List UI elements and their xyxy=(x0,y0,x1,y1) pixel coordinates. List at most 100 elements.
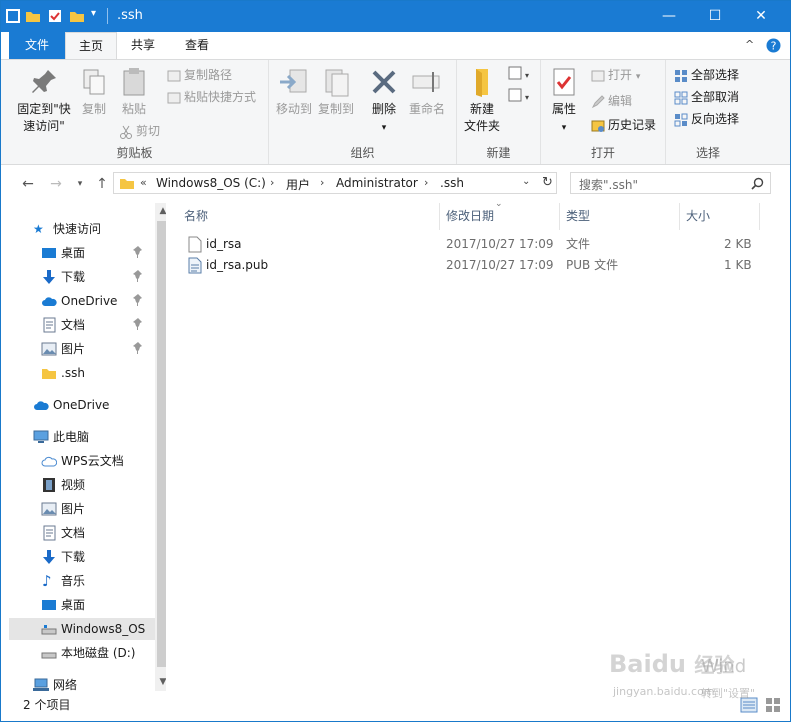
search-input[interactable]: 搜索".ssh" xyxy=(579,176,638,193)
delete-button[interactable]: 删除 ▾ xyxy=(367,66,401,137)
paste-shortcut-icon xyxy=(167,92,181,103)
cut-button[interactable]: 剪切 xyxy=(119,122,160,140)
forward-button[interactable]: → xyxy=(47,175,65,193)
select-all-button[interactable]: 全部选择 xyxy=(674,66,739,84)
tab-view[interactable]: 查看 xyxy=(169,32,225,59)
back-button[interactable]: ← xyxy=(19,175,37,193)
close-button[interactable]: ✕ xyxy=(738,1,784,32)
open-dropdown-icon: ▾ xyxy=(635,72,641,82)
nav-label: WPS云文档 xyxy=(61,454,124,468)
breadcrumb-drive[interactable]: Windows8_OS (C:) xyxy=(156,176,266,190)
desktop-icon xyxy=(42,600,56,610)
copy-label: 复制 xyxy=(81,102,106,116)
new-folder-icon[interactable] xyxy=(69,8,85,24)
nav-label: 下载 xyxy=(61,270,86,284)
nav-item-onedrive-quick[interactable]: OneDrive xyxy=(9,290,149,312)
column-header-type[interactable]: 类型 xyxy=(560,203,680,230)
breadcrumb-separator-icon[interactable]: › xyxy=(320,176,324,189)
search-box[interactable]: 搜索".ssh" xyxy=(570,172,771,194)
column-header-date[interactable]: 修改日期 xyxy=(440,203,560,230)
nav-item-desktop[interactable]: 桌面 xyxy=(9,242,149,264)
explorer-window: ▾ .ssh — ☐ ✕ 文件 主页 共享 查看 ^ ? 固定到"快 速访问" … xyxy=(0,0,791,722)
copy-path-button[interactable]: 复制路径 xyxy=(167,66,232,84)
pin-icon[interactable] xyxy=(133,342,143,354)
refresh-icon[interactable]: ↻ xyxy=(542,175,553,190)
file-row[interactable]: id_rsa 2017/10/27 17:09 文件 2 KB xyxy=(184,234,784,255)
properties-button[interactable]: 属性 ▾ xyxy=(547,66,581,137)
copy-to-button[interactable]: 复制到 xyxy=(317,66,355,118)
easy-access-icon[interactable]: ▾ xyxy=(507,88,529,104)
nav-item-downloads-pc[interactable]: 下载 xyxy=(9,546,149,568)
nav-item-pictures-pc[interactable]: 图片 xyxy=(9,498,149,520)
paste-button[interactable]: 粘贴 xyxy=(117,66,151,118)
pin-icon[interactable] xyxy=(133,246,143,258)
nav-quick-access[interactable]: ★ 快速访问 xyxy=(9,218,149,240)
nav-item-d-drive[interactable]: 本地磁盘 (D:) xyxy=(9,642,149,664)
breadcrumb-separator-icon[interactable]: › xyxy=(424,176,428,189)
nav-item-music[interactable]: ♪ 音乐 xyxy=(9,570,149,592)
properties-dropdown-icon[interactable]: ▾ xyxy=(562,123,567,133)
column-header-size[interactable]: 大小 xyxy=(680,203,760,230)
edit-button[interactable]: 编辑 xyxy=(591,92,632,110)
pin-icon[interactable] xyxy=(133,294,143,306)
forward-arrow-icon: → xyxy=(50,176,62,192)
history-button[interactable]: 历史记录 xyxy=(591,116,656,134)
minimize-button[interactable]: — xyxy=(646,1,692,32)
tab-home[interactable]: 主页 xyxy=(65,32,117,59)
rename-button[interactable]: 重命名 xyxy=(405,66,449,118)
maximize-button[interactable]: ☐ xyxy=(692,1,738,32)
nav-item-desktop-pc[interactable]: 桌面 xyxy=(9,594,149,616)
nav-item-pictures[interactable]: 图片 xyxy=(9,338,149,360)
address-bar[interactable]: « Windows8_OS (C:) › 用户 › Administrator … xyxy=(113,172,557,194)
folder-icon[interactable] xyxy=(25,8,41,24)
collapse-ribbon-icon[interactable]: ^ xyxy=(745,38,754,51)
copy-button[interactable]: 复制 xyxy=(77,66,111,118)
nav-onedrive[interactable]: OneDrive xyxy=(9,394,149,416)
pin-icon[interactable] xyxy=(133,318,143,330)
app-icon[interactable] xyxy=(5,8,21,24)
tab-share[interactable]: 共享 xyxy=(117,32,169,59)
new-folder-button[interactable]: 新建 文件夹 xyxy=(461,66,503,135)
select-none-button[interactable]: 全部取消 xyxy=(674,88,739,106)
help-icon[interactable]: ? xyxy=(766,38,781,53)
nav-item-ssh[interactable]: .ssh xyxy=(9,362,149,384)
breadcrumb-overflow[interactable]: « xyxy=(140,176,147,189)
title-separator xyxy=(107,8,108,24)
search-icon[interactable] xyxy=(751,177,764,190)
open-button[interactable]: 打开 ▾ xyxy=(591,66,640,84)
up-button[interactable]: ↑ xyxy=(93,175,111,193)
column-header-name[interactable]: 名称 xyxy=(166,203,440,230)
address-dropdown-icon[interactable]: ⌄ xyxy=(522,176,530,187)
breadcrumb-users[interactable]: 用户 xyxy=(286,176,310,193)
nav-label: 图片 xyxy=(61,342,86,356)
file-date: 2017/10/27 17:09 xyxy=(446,237,554,251)
paste-shortcut-button[interactable]: 粘贴快捷方式 xyxy=(167,88,256,106)
pin-quick-access-button[interactable]: 固定到"快 速访问" xyxy=(9,66,79,135)
nav-item-wps-cloud[interactable]: WPS云文档 xyxy=(9,450,149,472)
file-row[interactable]: id_rsa.pub 2017/10/27 17:09 PUB 文件 1 KB xyxy=(184,255,784,276)
delete-dropdown-icon[interactable]: ▾ xyxy=(382,123,387,133)
nav-this-pc[interactable]: 此电脑 xyxy=(9,426,149,448)
drive-icon xyxy=(41,625,57,635)
invert-selection-button[interactable]: 反向选择 xyxy=(674,110,739,128)
nav-item-videos[interactable]: 视频 xyxy=(9,474,149,496)
pin-icon[interactable] xyxy=(133,270,143,282)
nav-label: .ssh xyxy=(61,366,85,380)
cloud-icon xyxy=(42,297,57,306)
breadcrumb-administrator[interactable]: Administrator xyxy=(336,176,418,190)
move-to-icon xyxy=(280,69,307,93)
nav-item-c-drive[interactable]: Windows8_OS xyxy=(9,618,155,640)
move-to-button[interactable]: 移动到 xyxy=(275,66,313,118)
nav-item-downloads[interactable]: 下载 xyxy=(9,266,149,288)
baidu-watermark: Baidu 经验 xyxy=(609,649,790,709)
rename-icon xyxy=(412,72,440,92)
recent-locations-button[interactable]: ▾ xyxy=(71,175,89,193)
nav-item-documents[interactable]: 文档 xyxy=(9,314,149,336)
new-item-icon[interactable]: ▾ xyxy=(507,66,529,82)
breadcrumb-separator-icon[interactable]: › xyxy=(270,176,274,189)
customize-toolbar-icon[interactable]: ▾ xyxy=(91,8,96,24)
nav-item-documents-pc[interactable]: 文档 xyxy=(9,522,149,544)
tab-file[interactable]: 文件 xyxy=(9,32,65,59)
breadcrumb-ssh[interactable]: .ssh xyxy=(440,176,464,190)
properties-icon[interactable] xyxy=(47,8,63,24)
